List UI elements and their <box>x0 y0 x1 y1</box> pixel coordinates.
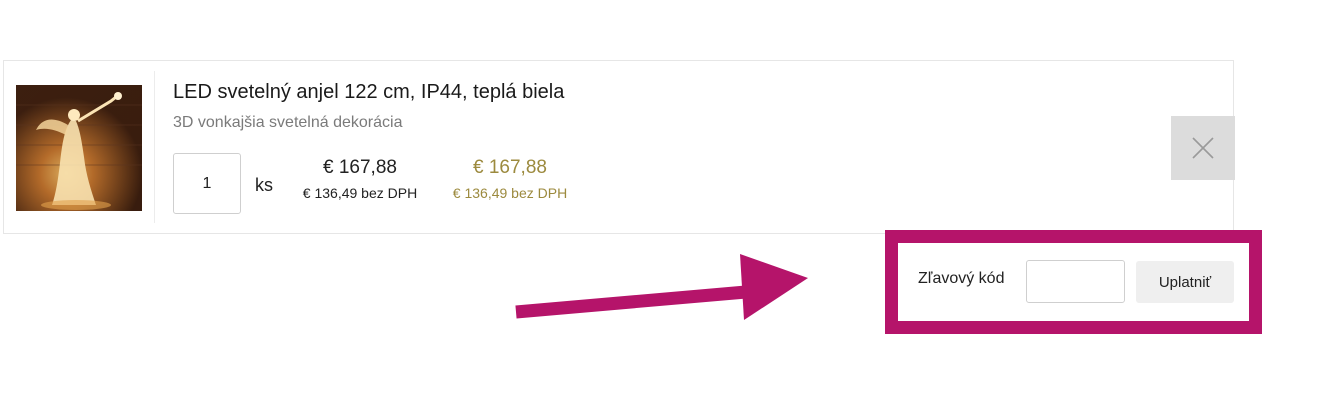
total-price: € 167,88 <box>473 157 547 178</box>
product-subtitle: 3D vonkajšia svetelná dekorácia <box>173 114 403 131</box>
product-title[interactable]: LED svetelný anjel 122 cm, IP44, teplá b… <box>173 81 564 104</box>
product-image[interactable] <box>16 85 142 211</box>
unit-price: € 167,88 <box>323 157 397 178</box>
apply-coupon-button[interactable]: Uplatniť <box>1136 261 1234 303</box>
coupon-highlight-box: Zľavový kód Uplatniť <box>885 230 1262 334</box>
coupon-label: Zľavový kód <box>918 270 1005 287</box>
cart-item-row: LED svetelný anjel 122 cm, IP44, teplá b… <box>3 60 1235 234</box>
arrow-annotation-icon <box>515 254 808 320</box>
quantity-input[interactable] <box>173 153 241 214</box>
remove-item-button[interactable] <box>1171 116 1235 180</box>
quantity-unit: ks <box>255 175 273 195</box>
unit-price-net: € 136,49 bez DPH <box>302 185 418 201</box>
total-price-net: € 136,49 bez DPH <box>452 185 568 201</box>
divider <box>154 71 155 223</box>
close-icon <box>1192 137 1214 159</box>
coupon-input[interactable] <box>1026 260 1125 303</box>
